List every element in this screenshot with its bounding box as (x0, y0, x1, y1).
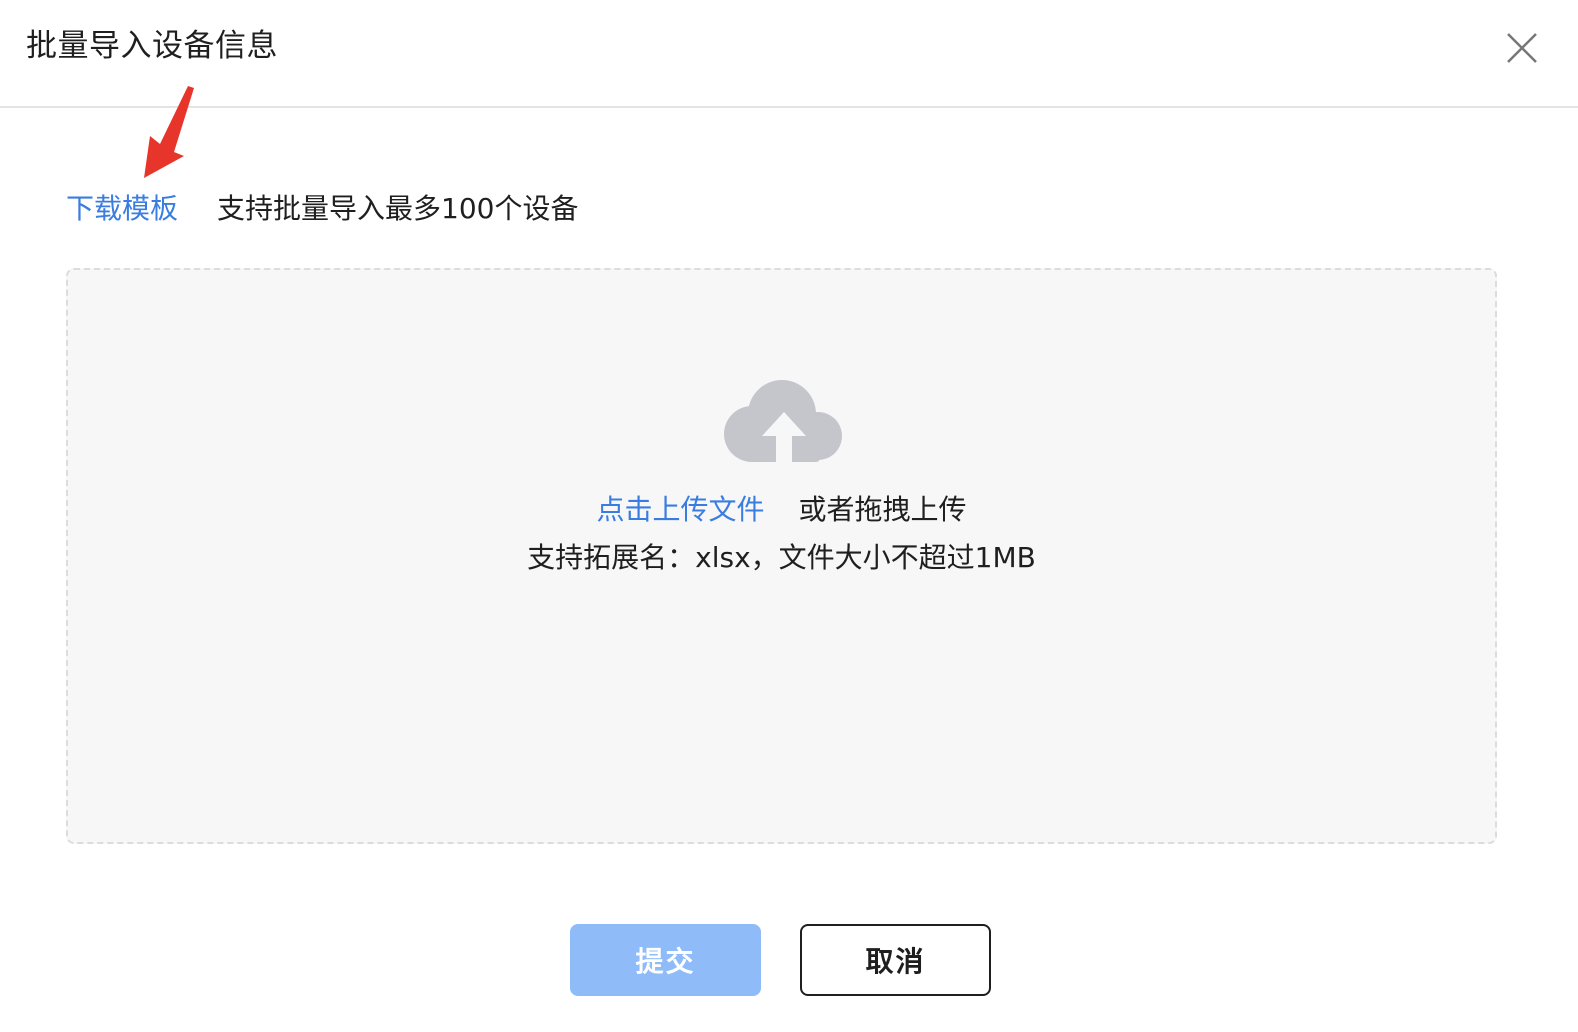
upload-instruction-line: 点击上传文件 或者拖拽上传 (68, 488, 1495, 532)
import-dialog: 批量导入设备信息 下载模板 支持批量导入最多100个设备 点击上传文件 或者拖拽上… (0, 0, 1578, 1032)
red-arrow-pointer-icon (144, 86, 194, 178)
import-limit-text: 支持批量导入最多100个设备 (217, 192, 579, 225)
cancel-button[interactable]: 取消 (800, 924, 991, 996)
download-template-link[interactable]: 下载模板 (66, 188, 178, 230)
upload-dropzone[interactable]: 点击上传文件 或者拖拽上传 支持拓展名：xlsx，文件大小不超过1MB (66, 268, 1497, 844)
file-format-hint: 支持拓展名：xlsx，文件大小不超过1MB (527, 541, 1036, 574)
dialog-title: 批量导入设备信息 (26, 28, 278, 64)
drag-upload-text: 或者拖拽上传 (798, 493, 967, 526)
dialog-header: 批量导入设备信息 (0, 0, 1578, 108)
submit-button[interactable]: 提交 (570, 924, 761, 996)
click-upload-link[interactable]: 点击上传文件 (596, 493, 764, 526)
dialog-footer: 提交 取消 (0, 924, 1578, 996)
close-icon (1507, 33, 1537, 63)
cloud-upload-icon (724, 380, 842, 466)
close-button[interactable] (1500, 26, 1544, 70)
